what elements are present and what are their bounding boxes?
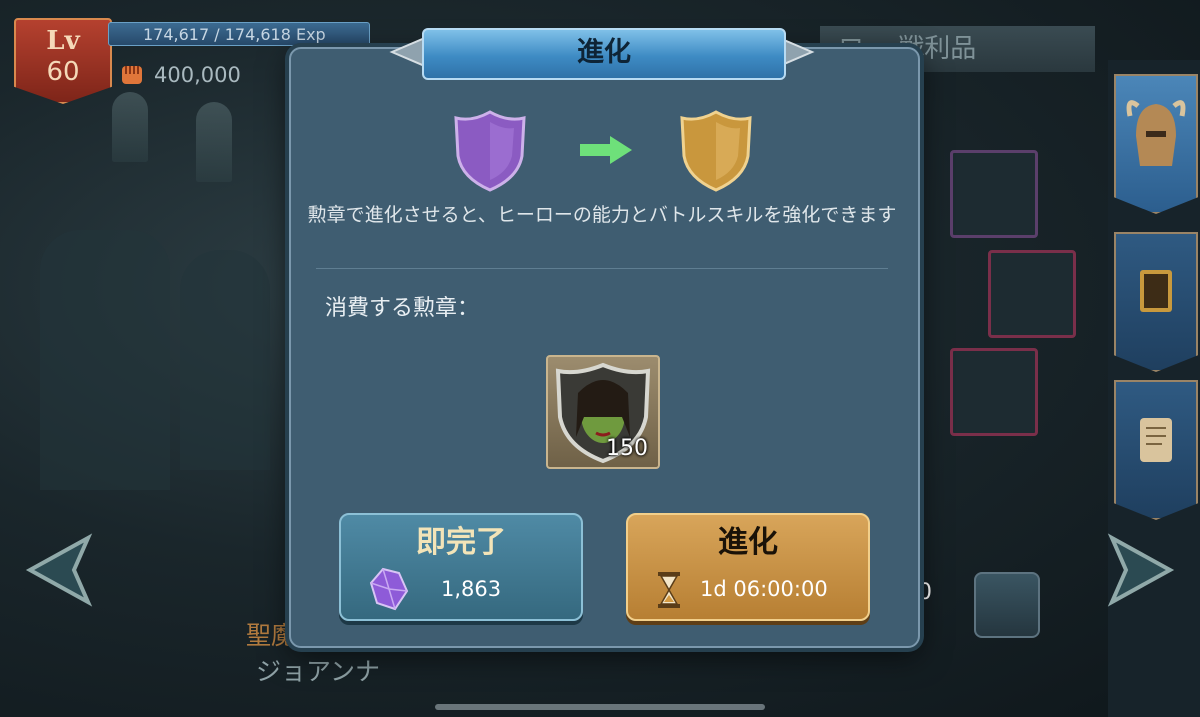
medal-item[interactable]: 150 (546, 355, 660, 469)
purple-shield-icon (454, 110, 526, 192)
tab-scroll[interactable] (1114, 380, 1198, 520)
background-arch (180, 250, 270, 470)
hourglass-icon (658, 572, 680, 608)
background-window (112, 92, 148, 162)
evolve-description: 勲章で進化させると、ヒーローの能力とバトルスキルを強化できます (307, 204, 897, 226)
scroll-icon (1140, 418, 1172, 462)
book-icon (1140, 270, 1172, 312)
tab-book[interactable] (1114, 232, 1198, 372)
green-arrow-icon (580, 136, 632, 164)
partial-count: 0 (918, 580, 932, 605)
level-badge: Lv 60 (14, 18, 112, 104)
instant-complete-label: 即完了 (416, 525, 506, 560)
gem-cost-row: 1,863 (341, 567, 581, 611)
previous-hero-arrow-icon[interactable] (18, 530, 98, 610)
evolve-label: 進化 (718, 525, 778, 560)
next-hero-arrow-icon[interactable] (1102, 530, 1182, 610)
hero-name: ジョアンナ (256, 657, 381, 686)
evolve-button[interactable]: 進化 1d 06:00:00 (626, 513, 870, 621)
hand-action-button[interactable] (974, 572, 1040, 638)
gem-cost: 1,863 (441, 577, 502, 601)
consume-label: 消費する勲章： (325, 296, 480, 321)
level-number: 60 (46, 57, 80, 87)
background-window (196, 102, 232, 182)
divider (316, 268, 888, 269)
home-indicator[interactable] (435, 704, 765, 710)
exp-bar: 174,617 / 174,618 Exp (108, 22, 370, 46)
power-value: 400,000 (154, 63, 241, 87)
gem-icon (369, 567, 409, 611)
gear-slot[interactable] (950, 150, 1038, 238)
tab-hero-gear[interactable] (1114, 74, 1198, 214)
background-arch (40, 230, 170, 490)
evolve-time-row: 1d 06:00:00 (628, 571, 868, 608)
dialog-title: 進化 (422, 28, 786, 80)
instant-complete-button[interactable]: 即完了 1,863 (339, 513, 583, 621)
level-label: Lv (46, 26, 80, 56)
gear-slot[interactable] (988, 250, 1076, 338)
helmet-icon (1126, 100, 1186, 166)
fist-icon (122, 66, 142, 84)
medal-count: 150 (606, 436, 648, 461)
gear-slot[interactable] (950, 348, 1038, 436)
gold-shield-icon (680, 110, 752, 192)
evolve-time: 1d 06:00:00 (700, 577, 828, 601)
